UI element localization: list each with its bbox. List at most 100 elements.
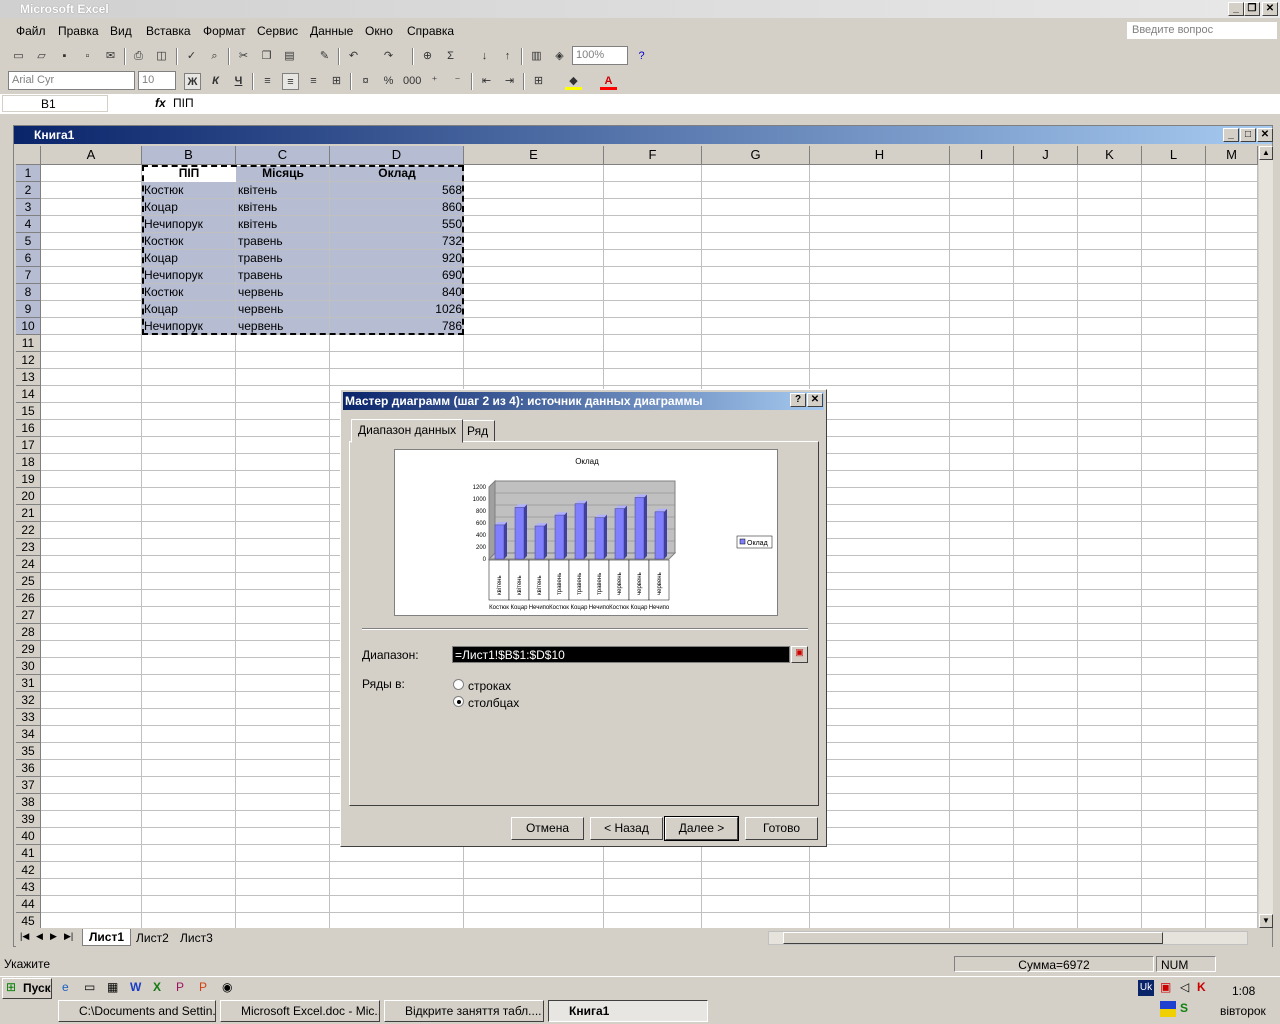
tab-nav-first-icon[interactable]: |◀ <box>20 931 29 942</box>
maximize-button[interactable]: ❐ <box>1244 2 1260 16</box>
menu-edit[interactable]: Правка <box>58 24 99 38</box>
calculator-icon[interactable]: ▦ <box>107 980 118 994</box>
help-icon[interactable]: ? <box>633 48 650 65</box>
row-header[interactable]: 16 <box>16 420 41 437</box>
powerpoint-icon[interactable]: P <box>199 980 207 994</box>
scroll-up-icon[interactable]: ▲ <box>1259 146 1273 160</box>
decrease-decimal-icon[interactable]: ⁻ <box>449 73 466 90</box>
column-header-a[interactable]: A <box>41 146 142 165</box>
fill-color-icon[interactable]: ◆ <box>565 73 582 90</box>
horizontal-scrollbar[interactable] <box>768 931 1248 945</box>
name-box[interactable]: B1 <box>2 95 108 112</box>
menu-insert[interactable]: Вставка <box>146 24 191 38</box>
decrease-indent-icon[interactable]: ⇤ <box>478 73 495 90</box>
task-documents[interactable]: C:\Documents and Settin... <box>58 1000 216 1022</box>
column-header-e[interactable]: E <box>464 146 604 165</box>
column-header-f[interactable]: F <box>604 146 702 165</box>
cancel-button[interactable]: Отмена <box>511 817 584 840</box>
column-header-k[interactable]: K <box>1078 146 1142 165</box>
dialog-close-button[interactable]: ✕ <box>807 393 823 407</box>
column-header-m[interactable]: M <box>1206 146 1258 165</box>
row-header[interactable]: 26 <box>16 590 41 607</box>
column-header-d[interactable]: D <box>330 146 464 165</box>
media-icon[interactable]: ◉ <box>222 980 232 994</box>
chart-wizard-icon[interactable]: ▥ <box>528 48 545 65</box>
row-header[interactable]: 20 <box>16 488 41 505</box>
volume-icon[interactable]: ◁ <box>1180 980 1189 994</box>
scroll-down-icon[interactable]: ▼ <box>1259 914 1273 928</box>
row-header[interactable]: 32 <box>16 692 41 709</box>
row-header[interactable]: 31 <box>16 675 41 692</box>
column-header-j[interactable]: J <box>1014 146 1078 165</box>
print-icon[interactable]: ⎙ <box>130 48 147 65</box>
row-header[interactable]: 43 <box>16 879 41 896</box>
clock-time[interactable]: 1:08 <box>1232 984 1255 998</box>
align-right-icon[interactable]: ≡ <box>305 73 322 90</box>
back-button[interactable]: < Назад <box>590 817 663 840</box>
row-header[interactable]: 28 <box>16 624 41 641</box>
email-icon[interactable]: ✉ <box>102 48 119 65</box>
tab-nav-prev-icon[interactable]: ◀ <box>36 931 43 942</box>
word-icon[interactable]: W <box>130 980 141 994</box>
column-header-b[interactable]: B <box>142 146 236 165</box>
hyperlink-icon[interactable]: ⊕ <box>419 48 436 65</box>
undo-icon[interactable]: ↶ <box>345 48 362 65</box>
radio-columns[interactable] <box>453 696 464 707</box>
row-header[interactable]: 37 <box>16 777 41 794</box>
row-header[interactable]: 42 <box>16 862 41 879</box>
underline-button[interactable]: Ч <box>230 73 247 90</box>
column-header-i[interactable]: I <box>950 146 1014 165</box>
select-all-corner[interactable] <box>16 146 41 165</box>
radio-columns-label[interactable]: столбцах <box>468 696 519 710</box>
row-header[interactable]: 24 <box>16 556 41 573</box>
desktop-icon[interactable]: ▭ <box>84 980 95 994</box>
row-header[interactable]: 15 <box>16 403 41 420</box>
research-icon[interactable]: ⌕ <box>206 48 223 65</box>
menu-tools[interactable]: Сервис <box>257 24 298 38</box>
row-header[interactable]: 44 <box>16 896 41 913</box>
italic-button[interactable]: К <box>207 73 224 90</box>
spelling-icon[interactable]: ✓ <box>183 48 200 65</box>
row-header[interactable]: 18 <box>16 454 41 471</box>
menu-data[interactable]: Данные <box>310 24 353 38</box>
tab-data-range[interactable]: Диапазон данных <box>351 419 464 443</box>
font-color-icon[interactable]: A <box>600 73 617 90</box>
dialog-help-button[interactable]: ? <box>790 393 806 407</box>
ie-icon[interactable]: e <box>62 980 69 994</box>
sheet-tab-3[interactable]: Лист3 <box>176 930 217 946</box>
row-header[interactable]: 7 <box>16 267 41 284</box>
tab-nav-next-icon[interactable]: ▶ <box>50 931 57 942</box>
row-header[interactable]: 35 <box>16 743 41 760</box>
task-word-doc[interactable]: Microsoft Excel.doc - Mic... <box>220 1000 380 1022</box>
permission-icon[interactable]: ▫ <box>79 48 96 65</box>
row-header[interactable]: 2 <box>16 182 41 199</box>
row-header[interactable]: 19 <box>16 471 41 488</box>
excel-icon[interactable]: X <box>153 980 161 994</box>
menu-format[interactable]: Формат <box>203 24 246 38</box>
column-header-c[interactable]: C <box>236 146 330 165</box>
increase-decimal-icon[interactable]: ⁺ <box>426 73 443 90</box>
close-button[interactable]: ✕ <box>1262 2 1278 16</box>
redo-icon[interactable]: ↷ <box>380 48 397 65</box>
antivirus-icon[interactable]: K <box>1197 980 1206 994</box>
open-icon[interactable]: ▱ <box>33 48 50 65</box>
row-header[interactable]: 23 <box>16 539 41 556</box>
publisher-icon[interactable]: P <box>176 980 184 994</box>
minimize-button[interactable]: _ <box>1228 2 1244 16</box>
finish-button[interactable]: Готово <box>745 817 818 840</box>
collapse-dialog-icon[interactable]: ▣ <box>791 646 808 663</box>
sheet-tab-2[interactable]: Лист2 <box>132 930 173 946</box>
radio-rows[interactable] <box>453 679 464 690</box>
bold-button[interactable]: Ж <box>184 73 201 90</box>
h-scroll-thumb[interactable] <box>783 932 1163 944</box>
font-select[interactable]: Arial Cyr <box>8 71 135 90</box>
align-left-icon[interactable]: ≡ <box>259 73 276 90</box>
paste-icon[interactable]: ▤ <box>281 48 298 65</box>
save-icon[interactable]: ▪ <box>56 48 73 65</box>
font-size-select[interactable]: 10 <box>138 71 176 90</box>
row-header[interactable]: 36 <box>16 760 41 777</box>
row-header[interactable]: 5 <box>16 233 41 250</box>
zoom-select[interactable]: 100% <box>572 46 628 65</box>
tab-series[interactable]: Ряд <box>460 420 496 442</box>
column-header-l[interactable]: L <box>1142 146 1206 165</box>
